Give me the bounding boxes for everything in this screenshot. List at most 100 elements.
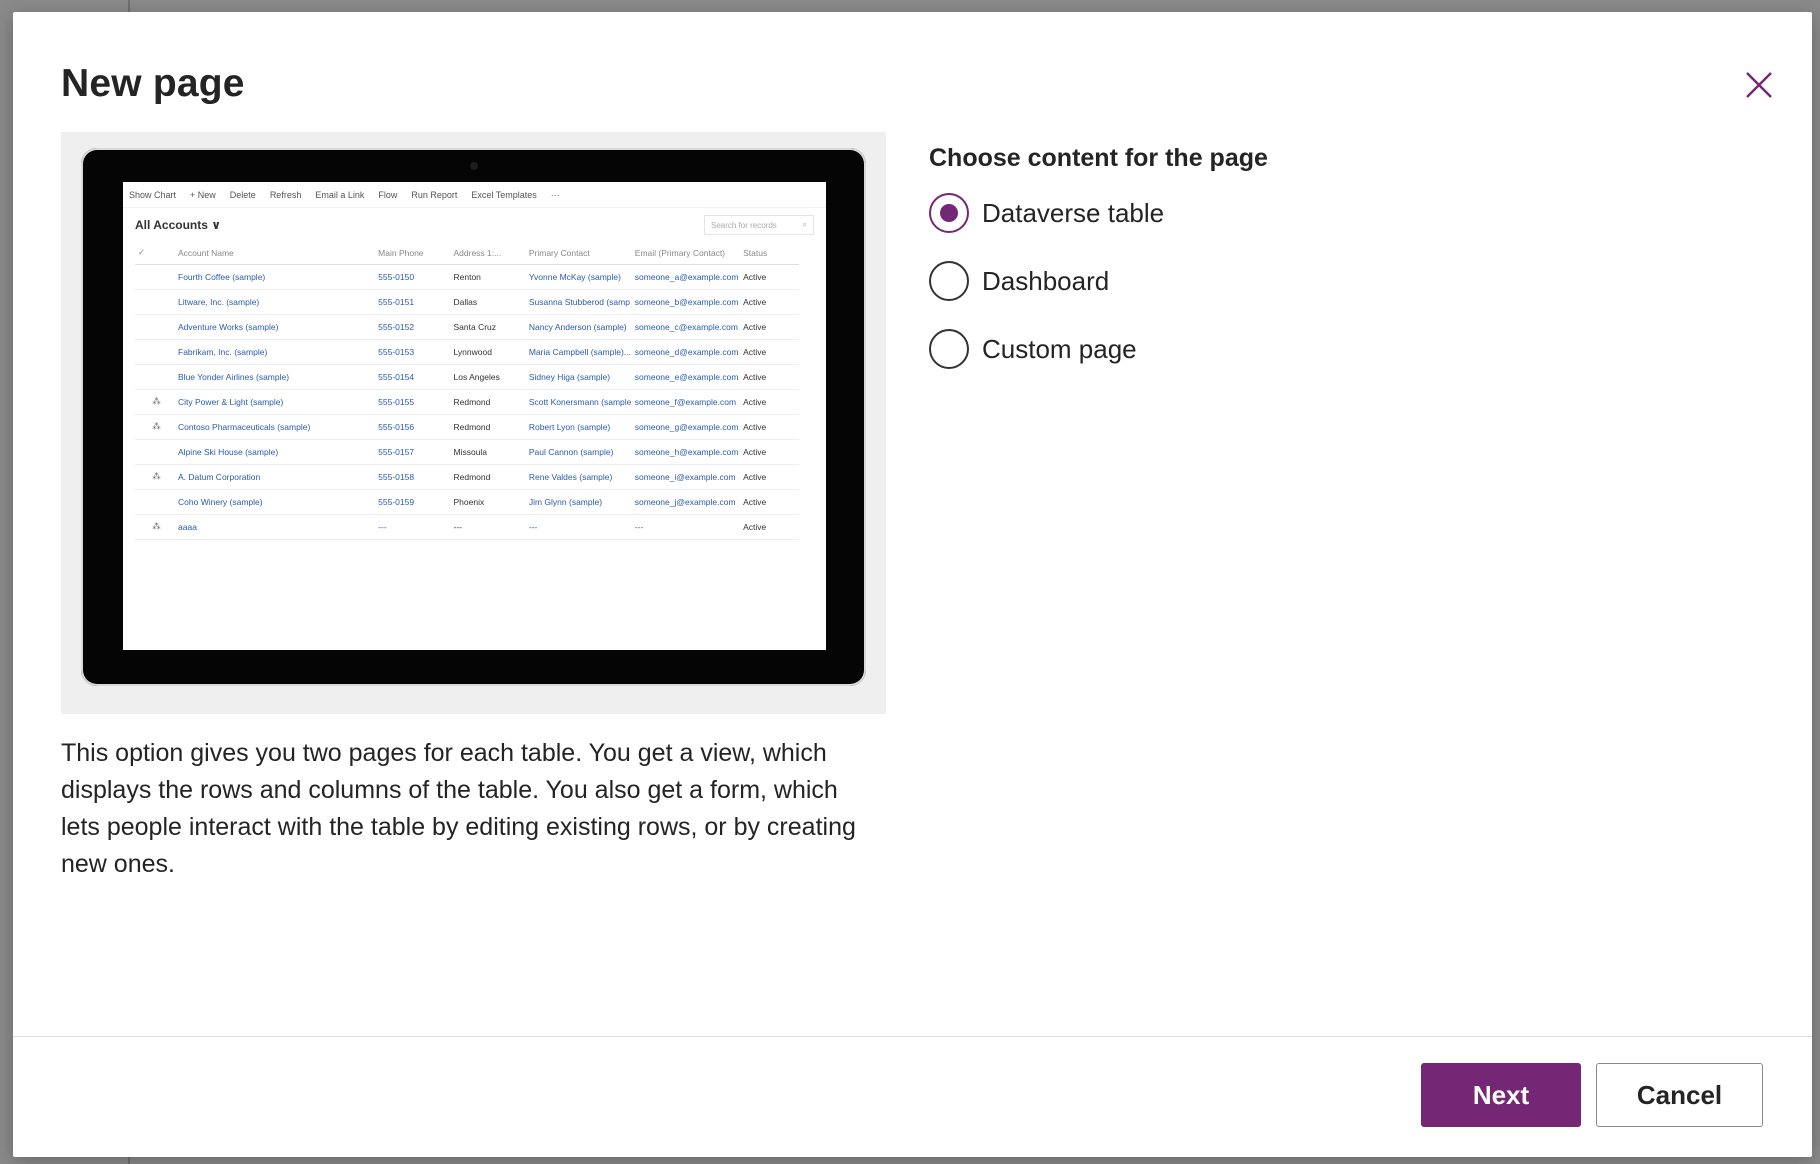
grid-cell: 555-0152 [375,314,451,340]
preview-grid-row: Alpine Ski House (sample) 555-0157 Missoul… [135,439,799,465]
row-type-icon [135,264,176,290]
grid-cell: someone_j@example.com [631,489,741,515]
row-type-icon [135,364,176,390]
grid-cell: Lynnwood [450,339,526,365]
grid-cell: Active [740,439,799,465]
grid-cell: Redmond [450,414,526,440]
grid-cell: Missoula [450,439,526,465]
grid-cell: 555-0156 [375,414,451,440]
grid-cell: Robert Lyon (sample) [525,414,632,440]
grid-cell: Dallas [450,289,526,315]
grid-cell: Coho Winery (sample) [175,489,376,515]
toolbar-item: Email a Link [315,189,365,200]
grid-cell: someone_a@example.com [631,264,741,290]
close-button[interactable] [1736,62,1782,108]
grid-cell: someone_c@example.com [631,314,741,340]
radio-label: Dataverse table [982,197,1165,228]
toolbar-item: Delete [229,189,256,200]
footer-divider [13,1036,1812,1037]
grid-cell: someone_h@example.com [631,439,741,465]
next-button[interactable]: Next [1421,1063,1581,1127]
radio-unselected-icon [929,329,969,369]
preview-grid-row: Fourth Coffee (sample) 555-0150 Renton Yvon… [135,264,799,290]
radio-label: Dashboard [982,265,1110,296]
grid-cell: Rene Valdes (sample) [525,464,632,490]
preview-grid-header: ✓ Account Name Main Phone Address 1:... … [135,242,799,265]
grid-cell: Santa Cruz [450,314,526,340]
row-type-icon [135,314,176,340]
row-type-icon [135,439,176,465]
grid-cell: Adventure Works (sample) [175,314,376,340]
toolbar-item: Run Report [411,189,458,200]
toolbar-item: Excel Templates [471,189,537,200]
preview-view-title: All Accounts ∨ [135,218,221,232]
grid-cell: Active [740,264,799,290]
column-header: Address 1:... [450,242,526,265]
preview-view-row: All Accounts ∨ Search for records ⌕ [123,208,826,242]
preview-grid-row: Blue Yonder Airlines (sample) 555-0154 Los… [135,364,799,390]
column-header: Primary Contact [525,242,632,265]
camera-dot [470,162,478,170]
grid-cell: Scott Konersmann (sample [525,389,632,415]
row-type-icon: ⁂ [135,464,176,490]
toolbar-item: Refresh [269,189,302,200]
row-type-icon [135,289,176,315]
preview-grid-row: ⁂ Contoso Pharmaceuticals (sample) 555-015… [135,414,799,440]
grid-cell: Fourth Coffee (sample) [175,264,376,290]
toolbar-item: ··· [550,189,560,200]
grid-cell: Renton [450,264,526,290]
grid-cell: Jim Glynn (sample) [525,489,632,515]
grid-cell: Litware, Inc. (sample) [175,289,376,315]
grid-cell: Sidney Higa (sample) [525,364,632,390]
grid-cell: 555-0150 [375,264,451,290]
grid-cell: 555-0154 [375,364,451,390]
options-heading: Choose content for the page [929,144,1268,172]
grid-cell: Redmond [450,464,526,490]
row-type-icon [135,489,176,515]
grid-cell: Susanna Stubberod (samp [525,289,632,315]
search-icon: ⌕ [802,220,807,229]
row-type-icon: ⁂ [135,414,176,440]
grid-cell: --- [375,514,451,540]
preview-grid: ✓ Account Name Main Phone Address 1:... … [135,242,799,540]
cancel-button[interactable]: Cancel [1596,1063,1763,1127]
grid-cell: 555-0155 [375,389,451,415]
grid-cell: Active [740,489,799,515]
grid-cell: --- [631,514,741,540]
grid-cell: Redmond [450,389,526,415]
grid-cell: 555-0151 [375,289,451,315]
radio-dashboard[interactable]: Dashboard [929,260,1109,302]
radio-custom-page[interactable]: Custom page [929,328,1137,370]
preview-grid-row: Fabrikam, Inc. (sample) 555-0153 Lynnwood M… [135,339,799,365]
grid-cell: Active [740,389,799,415]
preview-grid-row: Coho Winery (sample) 555-0159 Phoenix Jim G… [135,489,799,515]
preview-grid-row: Adventure Works (sample) 555-0152 Santa Cr… [135,314,799,340]
row-type-icon: ⁂ [135,514,176,540]
grid-cell: someone_g@example.com [631,414,741,440]
preview-grid-row: ⁂ aaaa --- --- --- --- Active [135,514,799,540]
preview-grid-row: ⁂ A. Datum Corporation 555-0158 Redmond Rene… [135,464,799,490]
preview-command-bar: Show Chart + New Delete Refresh Email a … [123,182,826,208]
grid-cell: A. Datum Corporation [175,464,376,490]
column-header: Status [740,242,799,265]
column-header: Email (Primary Contact) [631,242,741,265]
option-description: This option gives you two pages for each… [61,739,856,878]
radio-dataverse-table[interactable]: Dataverse table [929,192,1164,234]
close-icon [1746,72,1772,98]
tablet-frame: Show Chart + New Delete Refresh Email a … [81,148,866,686]
grid-cell: Active [740,414,799,440]
radio-selected-icon [929,193,969,233]
tablet-screen: Show Chart + New Delete Refresh Email a … [123,182,826,650]
toolbar-item: Flow [378,189,398,200]
grid-cell: Active [740,314,799,340]
preview-search-placeholder: Search for records [711,220,777,230]
grid-cell: Alpine Ski House (sample) [175,439,376,465]
toolbar-item: Show Chart [129,189,177,200]
grid-cell: Active [740,514,799,540]
grid-cell: Active [740,339,799,365]
grid-cell: 555-0157 [375,439,451,465]
dialog-title: New page [61,62,245,105]
grid-cell: someone_f@example.com [631,389,741,415]
grid-cell: Phoenix [450,489,526,515]
preview-grid-row: ⁂ City Power & Light (sample) 555-0155 Redm… [135,389,799,415]
